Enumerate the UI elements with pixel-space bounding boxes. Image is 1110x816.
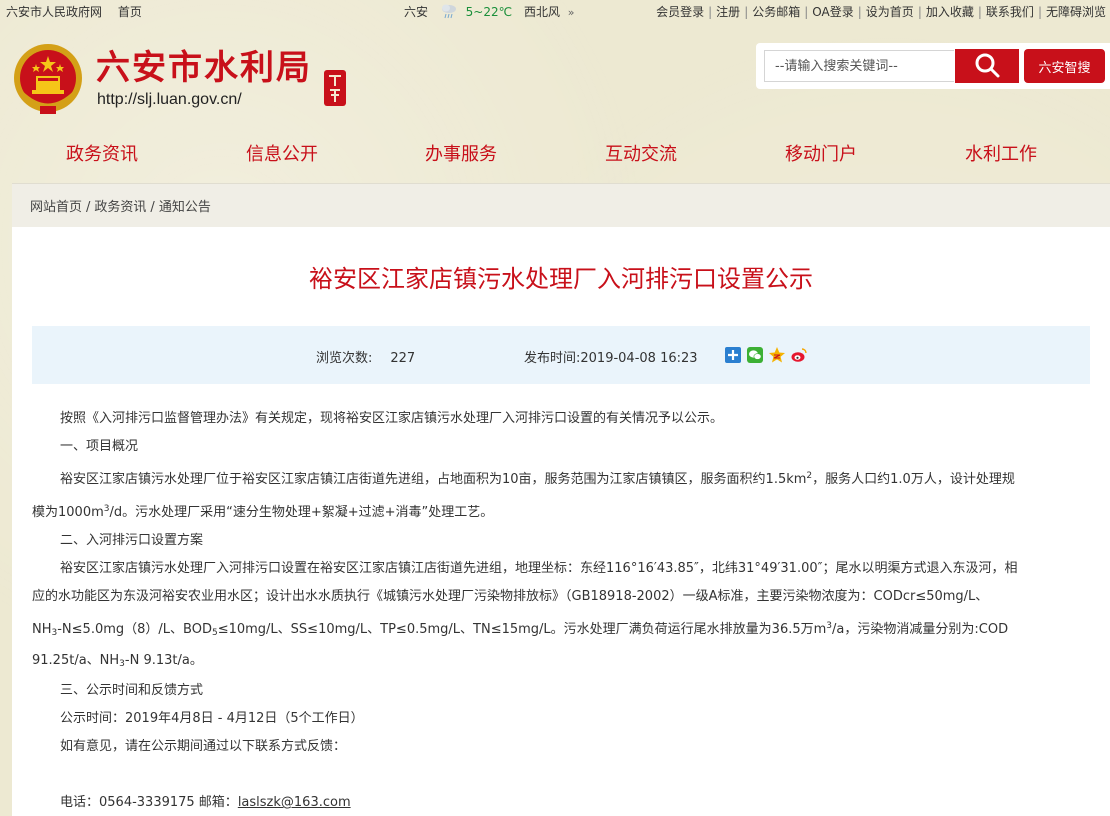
divider: | xyxy=(857,5,862,19)
wechat-icon[interactable] xyxy=(746,346,764,364)
breadcrumb-separator: / xyxy=(86,200,91,215)
breadcrumb-home[interactable]: 网站首页 xyxy=(30,200,82,215)
text-segment: ，服务人口约1.0万人，设计处理规 xyxy=(812,472,1015,487)
divider: | xyxy=(708,5,713,19)
text-segment: /d。污水处理厂采用“速分生物处理+絮凝+过滤+消毒”处理工艺。 xyxy=(109,505,494,520)
qzone-star-icon[interactable] xyxy=(768,346,786,364)
nav-item-mobile-portal[interactable]: 移动门户 xyxy=(785,140,857,166)
divider: | xyxy=(1037,5,1042,19)
register-link[interactable]: 注册 xyxy=(716,5,740,19)
paragraph-overview-line2: 模为1000m3/d。污水处理厂采用“速分生物处理+絮凝+过滤+消毒”处理工艺。 xyxy=(32,503,1082,523)
top-bar: 六安市人民政府网 首页 六安 5~22℃ 西北风 » 会员登录 | 注册 | 公务邮箱 |… xyxy=(0,0,1110,24)
search-input[interactable] xyxy=(764,50,954,82)
divider: | xyxy=(977,5,982,19)
publish-date: 发布时间:2019-04-08 16:23 xyxy=(524,347,698,366)
accessibility-link[interactable]: 无障碍浏览 xyxy=(1046,5,1106,19)
view-count-label: 浏览次数: xyxy=(316,351,373,366)
text-segment: -N 9.13t/a。 xyxy=(124,653,203,668)
oa-login-link[interactable]: OA登录 xyxy=(812,5,853,19)
nav-item-info-disclosure[interactable]: 信息公开 xyxy=(246,140,318,166)
nav-item-interaction[interactable]: 互动交流 xyxy=(605,140,677,166)
breadcrumb-separator: / xyxy=(150,200,155,215)
weather-temp: 5~22℃ xyxy=(465,5,513,19)
weather-city: 六安 xyxy=(404,5,429,19)
divider: | xyxy=(804,5,809,19)
text-segment: NH xyxy=(32,622,52,637)
chevron-right-icon[interactable]: » xyxy=(568,6,575,19)
add-favorite-link[interactable]: 加入收藏 xyxy=(926,5,974,19)
weather-wind: 西北风 xyxy=(523,5,560,19)
view-count-value: 227 xyxy=(390,351,416,366)
breadcrumb-notices[interactable]: 通知公告 xyxy=(159,200,211,215)
site-url: http://slj.luan.gov.cn/ xyxy=(97,91,242,108)
section-heading-1: 一、项目概况 xyxy=(60,439,139,454)
share-buttons xyxy=(724,346,808,364)
paragraph-intro: 按照《入河排污口监督管理办法》有关规定，现将裕安区江家店镇污水处理厂入河排污口设… xyxy=(60,411,724,426)
site-title: 六安市水利局 xyxy=(96,48,312,88)
login-link[interactable]: 会员登录 xyxy=(656,5,704,19)
text-segment: -N≤5.0mg（8）/L、BOD xyxy=(57,622,212,637)
text-segment: 模为1000m xyxy=(32,505,104,520)
national-emblem-icon xyxy=(10,40,86,120)
email-link[interactable]: 公务邮箱 xyxy=(752,5,800,19)
rain-cloud-icon xyxy=(440,3,458,19)
paragraph-overview-line1: 裕安区江家店镇污水处理厂位于裕安区江家店镇江店街道先进组，占地面积为10亩，服务… xyxy=(60,470,1080,490)
top-bar-left: 六安市人民政府网 首页 xyxy=(6,0,154,24)
top-links: 会员登录 | 注册 | 公务邮箱 | OA登录 | 设为首页 | 加入收藏 | 联系我们 | 无障碍浏览 xyxy=(656,0,1106,24)
contact-info: 电话：0564-3339175 邮箱：laslszk@163.com xyxy=(60,793,1080,813)
contact-email-link[interactable]: laslszk@163.com xyxy=(238,795,351,810)
paragraph-feedback: 如有意见，请在公示期间通过以下联系方式反馈： xyxy=(60,739,347,754)
paragraph-plan-line3: NH3-N≤5.0mg（8）/L、BOD5≤10mg/L、SS≤10mg/L、T… xyxy=(32,620,1082,640)
paragraph-plan-line1: 裕安区江家店镇污水处理厂入河排污口设置在裕安区江家店镇江店街道先进组，地理坐标：… xyxy=(60,561,1018,576)
divider: | xyxy=(744,5,749,19)
section-heading-3: 三、公示时间和反馈方式 xyxy=(60,683,204,698)
breadcrumb: 网站首页 / 政务资讯 / 通知公告 xyxy=(30,196,211,215)
paragraph-plan-line2: 应的水功能区为东汲河裕安农业用水区；设计出水水质执行《城镇污水处理厂污染物排放标… xyxy=(32,589,989,604)
contact-link[interactable]: 联系我们 xyxy=(986,5,1034,19)
nav-item-gov-news[interactable]: 政务资讯 xyxy=(66,140,138,166)
search-icon xyxy=(974,52,1000,81)
home-link[interactable]: 首页 xyxy=(118,5,142,19)
nav-item-services[interactable]: 办事服务 xyxy=(425,140,497,166)
set-homepage-link[interactable]: 设为首页 xyxy=(866,5,914,19)
weather-widget: 六安 5~22℃ 西北风 » xyxy=(404,0,575,25)
red-seal-icon xyxy=(322,68,348,108)
search-button[interactable] xyxy=(955,49,1019,83)
paragraph-period: 公示时间：2019年4月8日 - 4月12日（5个工作日） xyxy=(60,711,364,726)
view-count: 浏览次数: 227 xyxy=(316,347,415,366)
divider: | xyxy=(917,5,922,19)
share-plus-icon[interactable] xyxy=(724,346,742,364)
smart-search-button[interactable]: 六安智搜 xyxy=(1024,49,1105,83)
publish-date-label: 发布时间: xyxy=(524,351,581,366)
text-segment: ≤10mg/L、SS≤10mg/L、TP≤0.5mg/L、TN≤15mg/L。污… xyxy=(217,622,827,637)
publish-date-value: 2019-04-08 16:23 xyxy=(580,351,698,366)
text-segment: 裕安区江家店镇污水处理厂位于裕安区江家店镇江店街道先进组，占地面积为10亩，服务… xyxy=(60,472,807,487)
main-nav: 政务资讯 信息公开 办事服务 互动交流 移动门户 水利工作 xyxy=(0,140,1110,168)
paragraph-plan-line4: 91.25t/a、NH3-N 9.13t/a。 xyxy=(32,651,1082,671)
text-segment: 91.25t/a、NH xyxy=(32,653,120,668)
contact-phone: 电话：0564-3339175 邮箱： xyxy=(60,795,238,810)
article-title: 裕安区江家店镇污水处理厂入河排污口设置公示 xyxy=(309,265,813,293)
weibo-icon[interactable] xyxy=(790,346,808,364)
nav-item-water-work[interactable]: 水利工作 xyxy=(965,140,1037,166)
text-segment: /a，污染物消减量分别为:COD xyxy=(832,622,1009,637)
gov-site-link[interactable]: 六安市人民政府网 xyxy=(6,5,102,19)
section-heading-2: 二、入河排污口设置方案 xyxy=(60,533,204,548)
breadcrumb-gov-news[interactable]: 政务资讯 xyxy=(94,200,146,215)
